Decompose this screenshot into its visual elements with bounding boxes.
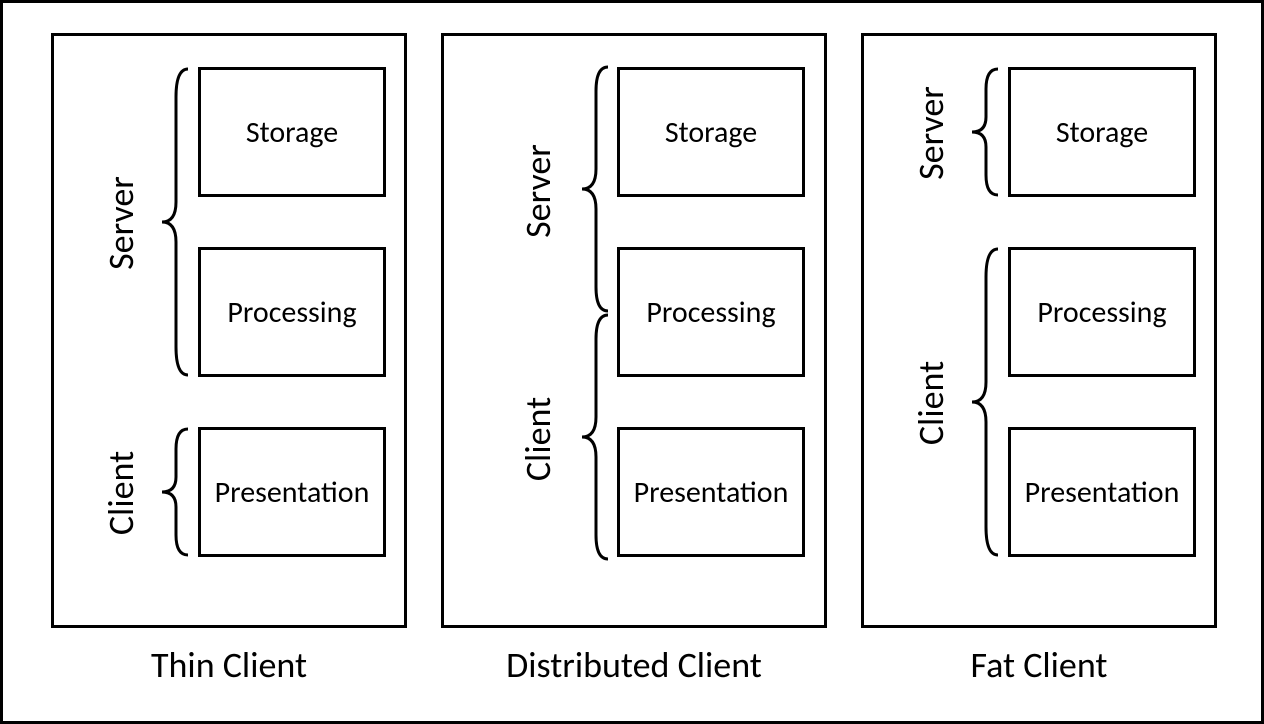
diagram-canvas: Storage Processing Presentation Server C… <box>0 0 1264 724</box>
layer-label: Processing <box>646 294 775 331</box>
thin-client-label: Client <box>99 433 143 553</box>
layer-label: Presentation <box>1025 474 1180 511</box>
thin-server-label: Server <box>99 163 143 283</box>
thin-presentation-block: Presentation <box>198 427 386 557</box>
dist-processing-block: Processing <box>617 247 805 377</box>
dist-caption: Distributed Client <box>441 643 827 687</box>
thin-server-brace <box>158 67 192 377</box>
layer-label: Processing <box>1037 294 1166 331</box>
dist-presentation-block: Presentation <box>617 427 805 557</box>
fat-server-label: Server <box>909 73 953 193</box>
dist-client-label: Client <box>516 364 560 514</box>
fat-server-brace <box>968 67 1002 197</box>
thin-storage-block: Storage <box>198 67 386 197</box>
layer-label: Storage <box>665 114 757 151</box>
thin-processing-block: Processing <box>198 247 386 377</box>
layer-label: Storage <box>1056 114 1148 151</box>
layer-label: Presentation <box>634 474 789 511</box>
thin-caption: Thin Client <box>51 643 407 687</box>
fat-client-brace <box>968 247 1002 557</box>
dist-server-label: Server <box>516 116 560 266</box>
layer-label: Presentation <box>215 474 370 511</box>
fat-processing-block: Processing <box>1008 247 1196 377</box>
dist-client-brace <box>578 313 612 561</box>
layer-label: Processing <box>227 294 356 331</box>
dist-storage-block: Storage <box>617 67 805 197</box>
fat-storage-block: Storage <box>1008 67 1196 197</box>
dist-server-brace <box>578 65 612 313</box>
fat-presentation-block: Presentation <box>1008 427 1196 557</box>
fat-client-label: Client <box>909 343 953 463</box>
fat-caption: Fat Client <box>861 643 1217 687</box>
thin-client-brace <box>158 427 192 557</box>
layer-label: Storage <box>246 114 338 151</box>
